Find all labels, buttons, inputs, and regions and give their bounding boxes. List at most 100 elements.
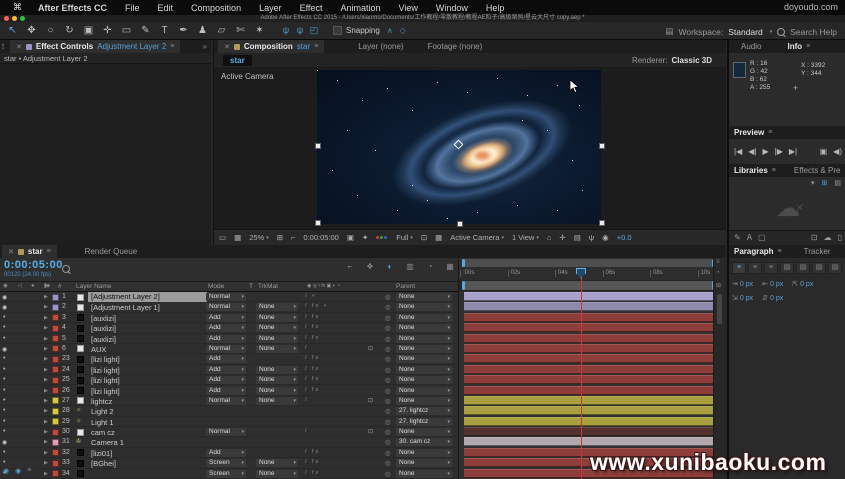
eye-icon[interactable]: •: [3, 449, 5, 456]
brainstorm-button[interactable]: ▥: [405, 262, 415, 271]
layer-name[interactable]: [auxlizi]: [91, 314, 116, 323]
layer-switches[interactable]: / ◐: [305, 293, 317, 299]
parent-select[interactable]: None▾: [396, 428, 452, 436]
selection-handle-bottom-right[interactable]: [599, 220, 605, 226]
grid-view[interactable]: ⊞: [822, 179, 828, 187]
fast-previews[interactable]: ✛: [559, 233, 565, 242]
tab-effects-presets[interactable]: Effects & Pre: [782, 166, 845, 175]
trkmat-select[interactable]: None▾: [256, 324, 298, 332]
layer-row-6[interactable]: ◉▶6AUXNormal▾None▾/⊡◎None▾: [0, 344, 458, 354]
layer-row-34[interactable]: •▶34Screen▾None▾/ fx◎None▾: [0, 469, 458, 479]
layer-duration-bar-25[interactable]: [464, 375, 713, 384]
trkmat-select[interactable]: None▾: [256, 397, 298, 405]
parent-select[interactable]: None▾: [396, 293, 452, 301]
expand-arrow-icon[interactable]: ▶: [44, 367, 48, 373]
layer-duration-bar-26[interactable]: [464, 386, 713, 395]
label-color-swatch[interactable]: [52, 335, 59, 342]
magnification-grid[interactable]: ▦: [234, 233, 241, 242]
close-icon[interactable]: ✕: [16, 43, 22, 51]
layer-name[interactable]: AUX: [91, 345, 106, 354]
last-frame-button[interactable]: ▶|: [789, 147, 797, 156]
menu-view[interactable]: View: [389, 3, 426, 13]
space-before-value[interactable]: 0 px: [740, 295, 753, 302]
label-color-swatch[interactable]: [52, 377, 59, 384]
panel-menu-icon[interactable]: ≡: [170, 43, 174, 50]
previous-frame-button[interactable]: ◀|: [748, 147, 756, 156]
expand-arrow-icon[interactable]: ▶: [44, 439, 48, 445]
label-color-swatch[interactable]: [52, 418, 59, 425]
layer-name[interactable]: [BGhei]: [91, 459, 116, 468]
pixel-aspect-correction[interactable]: ⌂: [547, 233, 552, 242]
brush-library[interactable]: ✎: [734, 233, 741, 242]
trkmat-select[interactable]: None▾: [256, 387, 298, 395]
parent-pickwhip-icon[interactable]: ◎: [385, 314, 391, 322]
tab-info[interactable]: Info: [787, 42, 802, 51]
mode-select[interactable]: Add▾: [206, 355, 246, 363]
view-axis-mode[interactable]: ◰: [307, 25, 321, 36]
parent-select[interactable]: None▾: [396, 449, 452, 457]
layer-switches[interactable]: / fx ◐: [305, 303, 329, 309]
snap-to-features[interactable]: ◇: [400, 26, 406, 35]
parent-select[interactable]: None▾: [396, 324, 452, 332]
navigator-start-handle[interactable]: [462, 259, 465, 267]
panel-menu-icon[interactable]: ≡: [772, 167, 776, 174]
parent-pickwhip-icon[interactable]: ◎: [385, 366, 391, 374]
sync-cloud[interactable]: ☁: [824, 233, 832, 242]
column-layer-name[interactable]: Layer Name: [76, 283, 111, 290]
layer-duration-bar-5[interactable]: [464, 334, 713, 343]
tab-libraries[interactable]: Libraries: [734, 166, 768, 175]
eye-icon[interactable]: ◉: [2, 294, 7, 301]
label-color-swatch[interactable]: [52, 408, 59, 415]
mode-select[interactable]: Add▾: [206, 449, 246, 457]
mask-visibility[interactable]: ⌐: [291, 233, 295, 242]
layer-duration-bar-29[interactable]: [464, 417, 713, 426]
indent-left-margin[interactable]: ⇥0 px: [732, 280, 753, 288]
parent-select[interactable]: None▾: [396, 345, 452, 353]
expand-transfer-controls[interactable]: ◉: [15, 467, 21, 475]
eye-icon[interactable]: •: [3, 459, 5, 466]
show-snapshot[interactable]: ✦: [362, 233, 368, 242]
mode-select[interactable]: Add▾: [206, 366, 246, 374]
layer-switches[interactable]: / fx: [305, 459, 320, 465]
panel-menu-icon[interactable]: ≡: [47, 248, 51, 255]
expand-arrow-icon[interactable]: ▶: [44, 304, 48, 310]
layer-switches[interactable]: /: [305, 345, 309, 351]
hand-tool[interactable]: ✥: [22, 25, 41, 36]
label-color-swatch[interactable]: [52, 356, 59, 363]
mode-select[interactable]: Screen▾: [206, 459, 246, 467]
layer-name[interactable]: [lizi light]: [91, 376, 120, 385]
expand-arrow-icon[interactable]: ▶: [44, 450, 48, 456]
layer-duration-bar-31[interactable]: [464, 437, 713, 446]
layer-row-29[interactable]: •▶29☼Light 1◎27. lightcz▾: [0, 417, 458, 427]
label-color-swatch[interactable]: [52, 314, 59, 321]
three-d-switch-icon[interactable]: ⊡: [368, 345, 373, 352]
column-trkmat[interactable]: TrkMat: [258, 283, 278, 290]
parent-pickwhip-icon[interactable]: ◎: [385, 324, 391, 332]
puppet-pin-tool[interactable]: ✶: [250, 25, 269, 36]
trkmat-select[interactable]: None▾: [256, 366, 298, 374]
parent-select[interactable]: 27. lightcz▾: [396, 418, 452, 426]
menu-file[interactable]: File: [116, 3, 149, 13]
layer-duration-bar-23[interactable]: [464, 354, 713, 363]
local-axis-mode[interactable]: ψ: [279, 25, 293, 36]
layer-switches[interactable]: / fx: [305, 335, 320, 341]
layer-duration-bar-3[interactable]: [464, 313, 713, 322]
layer-row-32[interactable]: •▶32[lizi01]Add▾/ fx◎None▾: [0, 448, 458, 458]
layer-row-3[interactable]: •▶3[auxlizi]Add▾None▾/ fx◎None▾: [0, 313, 458, 323]
parent-select[interactable]: None▾: [396, 459, 452, 467]
eye-icon[interactable]: •: [3, 428, 5, 435]
expand-arrow-icon[interactable]: ▶: [44, 294, 48, 300]
layer-name[interactable]: [lizi light]: [91, 355, 120, 364]
parent-pickwhip-icon[interactable]: ◎: [385, 293, 391, 301]
trkmat-select[interactable]: None▾: [256, 459, 298, 467]
parent-pickwhip-icon[interactable]: ◎: [385, 355, 391, 363]
frame-blend-toggle[interactable]: ❖: [365, 262, 375, 271]
parent-select[interactable]: None▾: [396, 335, 452, 343]
column-mode[interactable]: Mode: [208, 283, 224, 290]
parent-pickwhip-icon[interactable]: ◎: [385, 376, 391, 384]
magnification-ratio[interactable]: 25%▾: [249, 233, 269, 242]
reset-exposure[interactable]: ◉: [602, 233, 609, 242]
parent-pickwhip-icon[interactable]: ◎: [385, 335, 391, 343]
layer-name[interactable]: [auxlizi]: [91, 335, 116, 344]
layer-switches[interactable]: / fx: [305, 314, 320, 320]
